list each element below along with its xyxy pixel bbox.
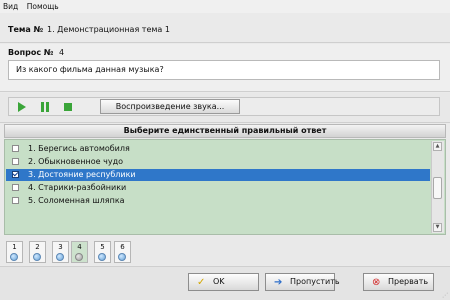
answer-label: 2. Обыкновенное чудо <box>28 157 124 166</box>
question-nav-5[interactable]: 5 <box>94 241 111 263</box>
player-panel: Воспроизведение звука... <box>0 93 450 123</box>
topic-value: 1. Демонстрационная тема 1 <box>47 25 170 34</box>
answer-checkbox[interactable] <box>12 184 19 191</box>
answer-checkbox[interactable] <box>12 171 19 178</box>
question-nav-number: 5 <box>100 243 105 251</box>
status-dot-icon <box>33 253 41 261</box>
answer-checkbox[interactable] <box>12 197 19 204</box>
question-nav-2[interactable]: 2 <box>29 241 46 263</box>
skip-button-label: Пропустить <box>290 277 340 286</box>
answer-option-5[interactable]: 5. Соломенная шляпка <box>6 195 430 207</box>
answer-option-2[interactable]: 2. Обыкновенное чудо <box>6 156 430 168</box>
pause-icon <box>41 102 49 112</box>
arrow-right-icon: ➔ <box>274 277 283 288</box>
status-dot-icon <box>56 253 64 261</box>
ok-button[interactable]: ✓ OK <box>188 273 259 291</box>
question-nav-4[interactable]: 4 <box>71 241 88 263</box>
question-nav-1[interactable]: 1 <box>6 241 23 263</box>
question-nav-number: 3 <box>58 243 63 251</box>
stop-circle-icon: ⊗ <box>372 277 381 288</box>
stop-button[interactable] <box>62 101 74 113</box>
answer-list: 1. Берегись автомобиля 2. Обыкновенное ч… <box>4 139 446 235</box>
play-icon <box>18 102 26 112</box>
answers-header: Выберите единственный правильный ответ <box>4 124 446 138</box>
status-dot-icon <box>118 253 126 261</box>
status-dot-icon <box>10 253 18 261</box>
scroll-up-icon[interactable]: ▲ <box>433 142 442 151</box>
menu-view[interactable]: Вид <box>0 0 21 11</box>
question-navigator: 1 2 3 4 5 6 <box>0 236 450 265</box>
question-nav-number: 4 <box>77 243 82 251</box>
question-text: Из какого фильма данная музыка? <box>8 60 440 80</box>
scroll-down-icon[interactable]: ▼ <box>433 223 442 232</box>
answer-scrollbar[interactable]: ▲ ▼ <box>431 141 444 233</box>
topic-label: Тема № <box>8 25 44 34</box>
status-dot-icon <box>75 253 83 261</box>
skip-button[interactable]: ➔ Пропустить <box>265 273 340 291</box>
resize-grip-icon[interactable]: ⋰ <box>442 292 450 300</box>
question-nav-number: 6 <box>120 243 125 251</box>
player-toolbar: Воспроизведение звука... <box>8 97 440 116</box>
answer-checkbox[interactable] <box>12 158 19 165</box>
stop-icon <box>64 103 72 111</box>
topic-panel: Тема № 1. Демонстрационная тема 1 <box>0 13 450 43</box>
answer-option-1[interactable]: 1. Берегись автомобиля <box>6 143 430 155</box>
play-button[interactable] <box>16 101 28 113</box>
answer-label: 4. Старики-разбойники <box>28 183 127 192</box>
question-nav-number: 1 <box>12 243 17 251</box>
question-nav-6[interactable]: 6 <box>114 241 131 263</box>
answer-checkbox[interactable] <box>12 145 19 152</box>
check-icon: ✓ <box>197 277 206 288</box>
menu-bar: Вид Помощь <box>0 0 450 13</box>
question-panel: Вопрос № 4 Из какого фильма данная музык… <box>0 44 450 92</box>
abort-button[interactable]: ⊗ Прервать <box>363 273 434 291</box>
question-number: 4 <box>59 48 65 57</box>
question-nav-number: 2 <box>35 243 40 251</box>
scroll-thumb[interactable] <box>433 177 442 199</box>
answer-label: 1. Берегись автомобиля <box>28 144 130 153</box>
question-label: Вопрос № <box>8 48 54 57</box>
menu-help[interactable]: Помощь <box>24 0 62 11</box>
answer-label: 3. Достояние республики <box>28 170 136 179</box>
status-dot-icon <box>98 253 106 261</box>
question-nav-3[interactable]: 3 <box>52 241 69 263</box>
answer-option-4[interactable]: 4. Старики-разбойники <box>6 182 430 194</box>
ok-button-label: OK <box>213 277 225 286</box>
answer-option-3[interactable]: 3. Достояние республики <box>6 169 430 181</box>
answer-label: 5. Соломенная шляпка <box>28 196 125 205</box>
play-sound-button[interactable]: Воспроизведение звука... <box>100 99 240 114</box>
abort-button-label: Прервать <box>388 277 429 286</box>
pause-button[interactable] <box>39 101 51 113</box>
action-bar: ✓ OK ➔ Пропустить ⊗ Прервать ⋰ <box>0 266 450 300</box>
